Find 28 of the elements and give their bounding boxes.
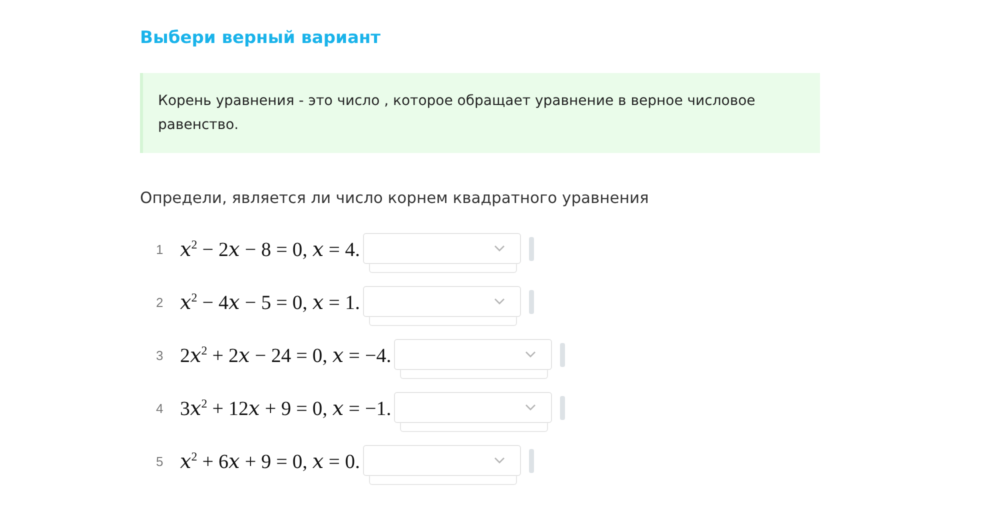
item-number: 5 [155, 454, 164, 468]
item-number: 2 [155, 294, 164, 310]
chevron-down-icon [494, 245, 505, 252]
task-title: Выбери верный вариант [140, 28, 382, 50]
equation: 2𝑥$^{2}$ + 2𝑥 − 24 = 0, 𝑥 = −4. [180, 342, 392, 368]
answer-dropdown[interactable] [394, 392, 552, 423]
item-number: 4 [155, 400, 164, 416]
hint-text: Корень уравнения - это число , которое обращает уравнение в верное числовое равенство. [158, 92, 756, 135]
equation: 3𝑥$^{2}$ + 12𝑥 + 9 = 0, 𝑥 = −1. [180, 396, 392, 420]
item-number: 1 [155, 242, 164, 256]
answer-dropdown[interactable] [362, 233, 521, 264]
equation: 𝑥$^{2}$ + 6𝑥 + 9 = 0, 𝑥 = 0. [180, 448, 360, 474]
drag-handle[interactable] [528, 290, 534, 314]
drag-handle[interactable] [560, 343, 566, 367]
equation: 𝑥$^{2}$ − 4𝑥 − 5 = 0, 𝑥 = 1. [180, 290, 360, 314]
chevron-down-icon [494, 457, 505, 464]
chevron-down-icon [525, 351, 536, 358]
chevron-down-icon [525, 404, 536, 411]
drag-handle[interactable] [528, 449, 534, 473]
item-number: 3 [155, 348, 164, 362]
answer-dropdown[interactable] [362, 286, 521, 317]
drag-handle[interactable] [528, 237, 534, 261]
drag-handle[interactable] [560, 396, 566, 420]
equation: 𝑥$^{2}$ − 2𝑥 − 8 = 0, 𝑥 = 4. [180, 236, 360, 262]
answer-dropdown[interactable] [394, 339, 552, 370]
question-text: Определи, является ли число корнем квадратного уравнения [140, 189, 650, 207]
answer-dropdown[interactable] [362, 445, 521, 476]
chevron-down-icon [494, 298, 505, 305]
